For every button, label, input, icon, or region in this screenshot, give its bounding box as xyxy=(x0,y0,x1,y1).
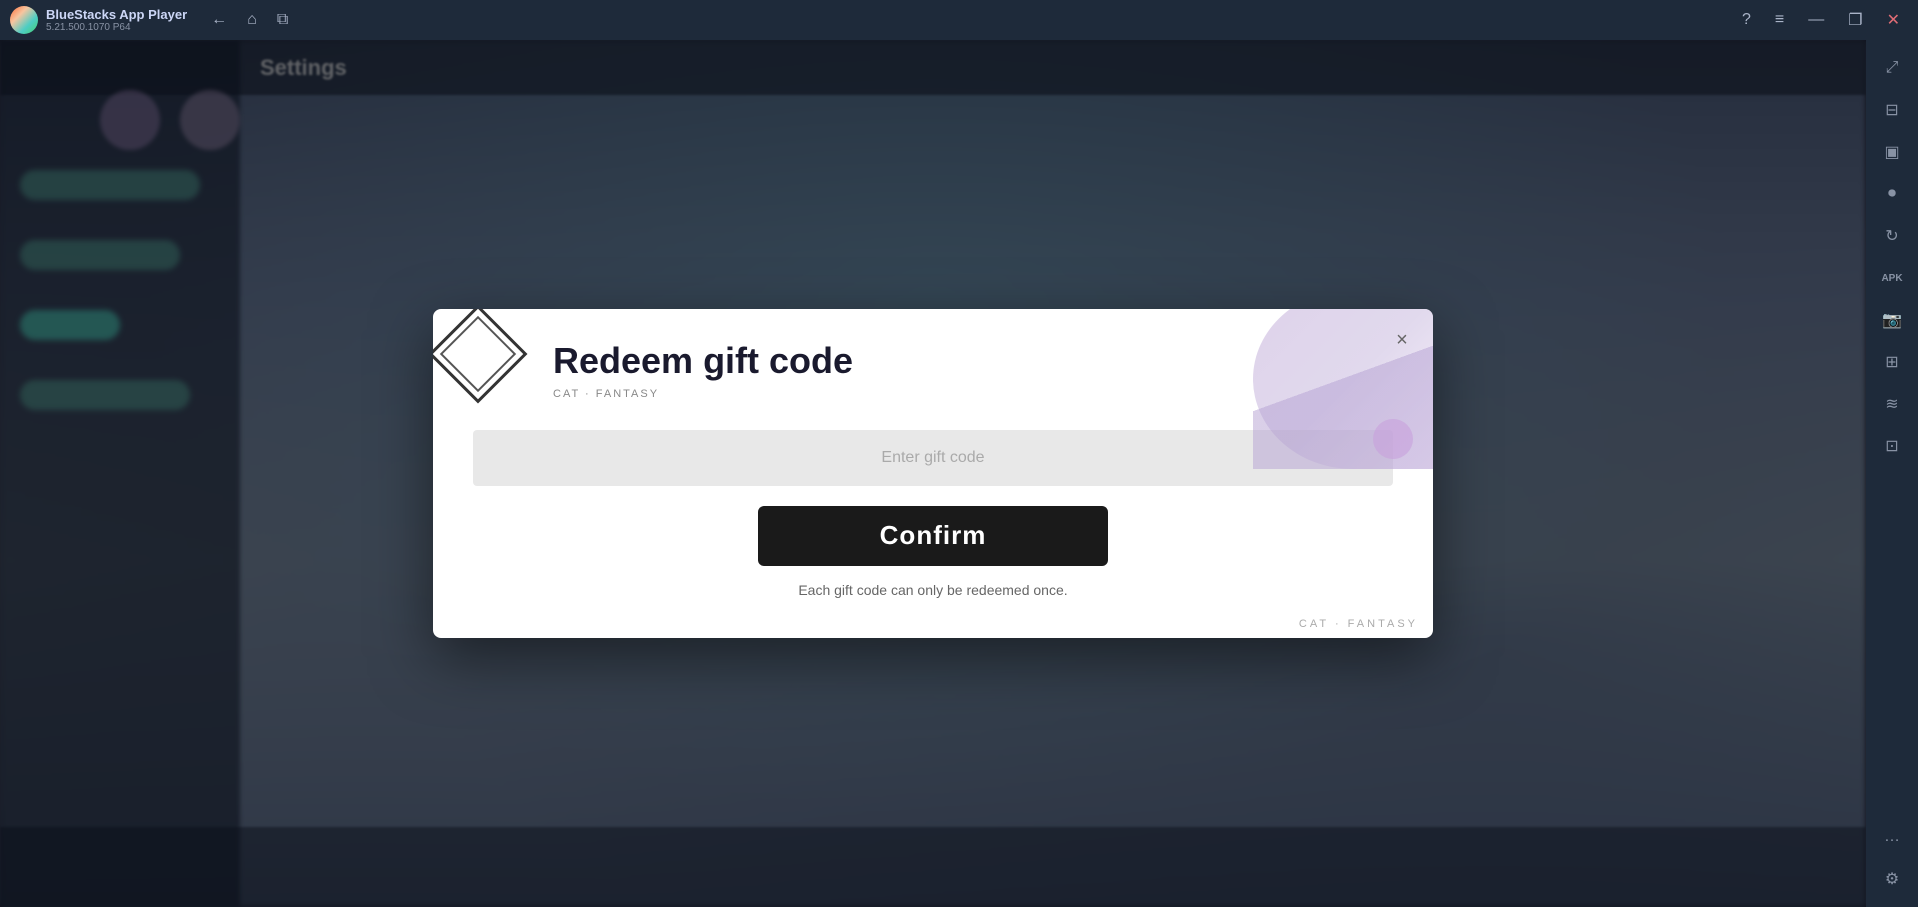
apk-icon-btn[interactable]: APK xyxy=(1874,260,1910,296)
watermark: CAT · FANTASY xyxy=(1299,618,1418,630)
window-controls: ? ≡ — ❐ ✕ xyxy=(1734,6,1908,34)
dialog-close-button[interactable]: × xyxy=(1386,324,1418,356)
app-name: BlueStacks App Player xyxy=(46,7,187,22)
dialog-logo-area xyxy=(433,309,543,419)
more-icon-btn[interactable]: … xyxy=(1874,819,1910,855)
game-viewport: Settings xyxy=(0,40,1866,907)
minimize-button[interactable]: — xyxy=(1800,7,1832,33)
app-version: 5.21.500.1070 P64 xyxy=(46,22,187,33)
menu-button[interactable]: ≡ xyxy=(1767,7,1792,33)
right-sidebar: ⤢ ⊟ ▣ ⏺ ↻ APK 📷 ⊞ ≋ ⊡ … ⚙ xyxy=(1866,40,1918,907)
close-button[interactable]: ✕ xyxy=(1879,6,1908,34)
settings-icon-btn[interactable]: ⚙ xyxy=(1874,861,1910,897)
screenshot-icon-btn[interactable]: ⊞ xyxy=(1874,344,1910,380)
tabs-button[interactable]: ⧉ xyxy=(273,7,292,33)
resize-icon-btn[interactable]: ⊡ xyxy=(1874,428,1910,464)
diamond-inner xyxy=(440,316,516,392)
expand-icon-btn[interactable]: ⤢ xyxy=(1874,50,1910,86)
camera-icon-btn[interactable]: 📷 xyxy=(1874,302,1910,338)
back-button[interactable]: ← xyxy=(207,7,231,33)
record-icon-btn[interactable]: ⏺ xyxy=(1874,176,1910,212)
help-button[interactable]: ? xyxy=(1734,7,1759,33)
nav-buttons: ← ⌂ ⧉ xyxy=(207,7,292,33)
main-layout: Settings xyxy=(0,40,1918,907)
restore-button[interactable]: ❐ xyxy=(1840,6,1870,34)
layers-icon-btn[interactable]: ⊟ xyxy=(1874,92,1910,128)
dialog-disclaimer: Each gift code can only be redeemed once… xyxy=(473,582,1393,598)
title-bar: BlueStacks App Player 5.21.500.1070 P64 … xyxy=(0,0,1918,40)
tv-icon-btn[interactable]: ▣ xyxy=(1874,134,1910,170)
refresh-icon-btn[interactable]: ↻ xyxy=(1874,218,1910,254)
redeem-dialog: × Redeem gift code CAT · FANTASY Confirm… xyxy=(433,309,1433,637)
shake-icon-btn[interactable]: ≋ xyxy=(1874,386,1910,422)
confirm-button[interactable]: Confirm xyxy=(758,506,1108,566)
modal-overlay: × Redeem gift code CAT · FANTASY Confirm… xyxy=(0,40,1866,907)
home-button[interactable]: ⌂ xyxy=(243,7,261,33)
bluestacks-logo xyxy=(10,6,38,34)
